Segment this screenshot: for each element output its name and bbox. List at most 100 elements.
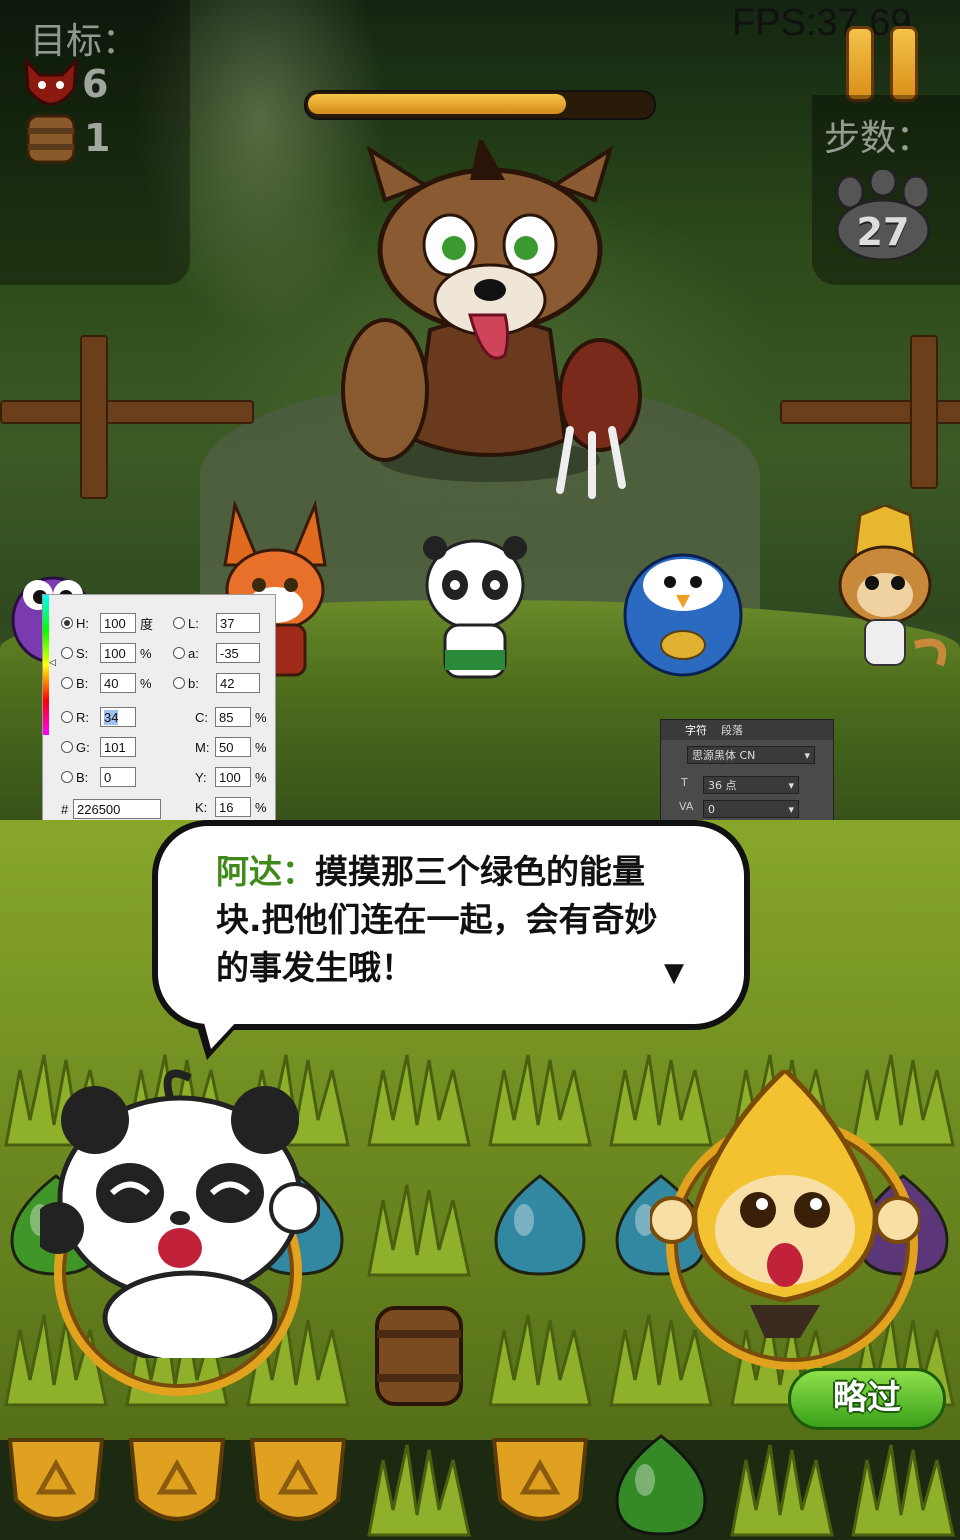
hsb-s-row: S: 100 % — [61, 643, 152, 663]
grass-tile[interactable] — [484, 1040, 596, 1150]
label-l: L: — [188, 615, 199, 631]
skip-button[interactable]: 略过 — [788, 1368, 946, 1430]
radio-s[interactable] — [61, 647, 73, 659]
lab-l-row: L: 37 — [173, 613, 260, 633]
grass-tile[interactable] — [484, 1300, 596, 1410]
radio-r[interactable] — [61, 711, 73, 723]
grass-tile[interactable] — [363, 1170, 475, 1280]
label-a: a: — [188, 645, 199, 661]
character-panel: 字符 段落 思源黑体 CN ▾ T 36 点 ▾ VA 0 ▾ — [660, 719, 834, 831]
tab-paragraph[interactable]: 段落 — [721, 722, 743, 738]
pause-button[interactable] — [840, 26, 924, 102]
hero-monkey[interactable] — [820, 505, 950, 680]
radio-l[interactable] — [173, 617, 185, 629]
unit-percent-s: % — [140, 645, 152, 661]
unit-percent-y: % — [255, 769, 267, 785]
dialog-line-1: 摸摸那三个绿色的能量 — [315, 852, 645, 891]
field-a[interactable]: -35 — [216, 643, 260, 663]
goal-count-creature: 6 — [82, 62, 109, 106]
label-lab-b: b: — [188, 675, 199, 691]
cmyk-c-row: C: 85 % — [195, 707, 267, 727]
barrel-tile[interactable] — [363, 1300, 475, 1410]
font-size-select[interactable]: 36 点 ▾ — [703, 776, 799, 794]
dialog-line-3: 的事发生哦！ — [216, 948, 414, 987]
tab-character[interactable]: 字符 — [685, 722, 707, 738]
field-rgb-b[interactable]: 0 — [100, 767, 136, 787]
radio-rgb-b[interactable] — [61, 771, 73, 783]
tracking-icon: VA — [679, 800, 694, 813]
field-k[interactable]: 16 — [215, 797, 251, 817]
hero-blue-bird[interactable] — [618, 540, 748, 680]
shield-gem-tile[interactable] — [242, 1430, 354, 1540]
field-r-value: 34 — [104, 710, 119, 725]
radio-b[interactable] — [61, 677, 73, 689]
field-s[interactable]: 100 — [100, 643, 136, 663]
field-lab-b[interactable]: 42 — [216, 673, 260, 693]
grass-tile[interactable] — [363, 1430, 475, 1540]
shield-gem-tile[interactable] — [484, 1430, 596, 1540]
rgb-b-row: B: 0 — [61, 767, 136, 787]
chevron-down-icon: ▾ — [788, 779, 794, 792]
label-s: S: — [76, 645, 89, 661]
grass-tile[interactable] — [847, 1430, 959, 1540]
hex-row: # 226500 — [61, 799, 161, 819]
speech-bubble-tail-fill — [203, 1019, 239, 1049]
boss-health-fill — [308, 94, 566, 114]
hsb-h-row: H: 100 度 — [61, 613, 153, 633]
hero-panda[interactable] — [420, 530, 530, 685]
field-h[interactable]: 100 — [100, 613, 136, 633]
green-gem-tile[interactable] — [605, 1430, 717, 1540]
blue-gem-tile[interactable] — [484, 1170, 596, 1280]
field-m[interactable]: 50 — [215, 737, 251, 757]
field-l[interactable]: 37 — [216, 613, 260, 633]
rgb-g-row: G: 101 — [61, 737, 136, 757]
goal-panel: 目标： 6 1 — [0, 0, 190, 285]
unit-percent-b: % — [140, 675, 152, 691]
moves-value: 27 — [856, 210, 910, 254]
field-c[interactable]: 85 — [215, 707, 251, 727]
cmyk-m-row: M: 50 % — [195, 737, 267, 757]
label-h: H: — [76, 615, 89, 631]
pause-icon-bar-left — [846, 26, 874, 102]
shield-gem-tile[interactable] — [121, 1430, 233, 1540]
field-r[interactable]: 34 — [100, 707, 136, 727]
dialog-continue-arrow-icon[interactable]: ▼ — [664, 958, 684, 988]
boss-hyena-creature[interactable] — [330, 140, 650, 500]
font-family-select[interactable]: 思源黑体 CN ▾ — [687, 746, 815, 764]
tracking-select[interactable]: 0 ▾ — [703, 800, 799, 818]
label-m: M: — [195, 739, 210, 755]
lab-b-row: b: 42 — [173, 673, 260, 693]
field-b[interactable]: 40 — [100, 673, 136, 693]
boss-health-bar — [304, 90, 656, 120]
grass-tile[interactable] — [363, 1040, 475, 1150]
radio-h[interactable] — [61, 617, 73, 629]
shield-gem-tile[interactable] — [0, 1430, 112, 1540]
goal-count-barrel: 1 — [84, 116, 111, 160]
color-picker-panel: ◁ H: 100 度 S: 100 % B: 40 % L: 37 a: -35… — [42, 594, 276, 830]
radio-a[interactable] — [173, 647, 185, 659]
dialog-speaker-name: 阿达： — [216, 852, 315, 891]
lab-a-row: a: -35 — [173, 643, 260, 663]
hsb-b-row: B: 40 % — [61, 673, 152, 693]
label-r: R: — [76, 709, 89, 725]
grass-tile[interactable] — [726, 1430, 838, 1540]
chevron-down-icon: ▾ — [788, 803, 794, 816]
label-k: K: — [195, 799, 208, 815]
radio-lab-b[interactable] — [173, 677, 185, 689]
fence-right-post — [910, 335, 938, 489]
unit-percent-c: % — [255, 709, 267, 725]
label-hex: # — [61, 801, 69, 817]
red-creature-icon — [24, 57, 78, 106]
tracking-value: 0 — [708, 803, 715, 816]
field-g[interactable]: 101 — [100, 737, 136, 757]
label-b: B: — [76, 675, 89, 691]
unit-degree: 度 — [140, 616, 154, 632]
field-y[interactable]: 100 — [215, 767, 251, 787]
cmyk-k-row: K: 16 % — [195, 797, 267, 817]
radio-g[interactable] — [61, 741, 73, 753]
cmyk-y-row: Y: 100 % — [195, 767, 267, 787]
moves-label: 步数： — [824, 118, 933, 159]
unit-percent-m: % — [255, 739, 267, 755]
spectrum-marker-icon: ◁ — [49, 657, 56, 667]
field-hex[interactable]: 226500 — [73, 799, 161, 819]
